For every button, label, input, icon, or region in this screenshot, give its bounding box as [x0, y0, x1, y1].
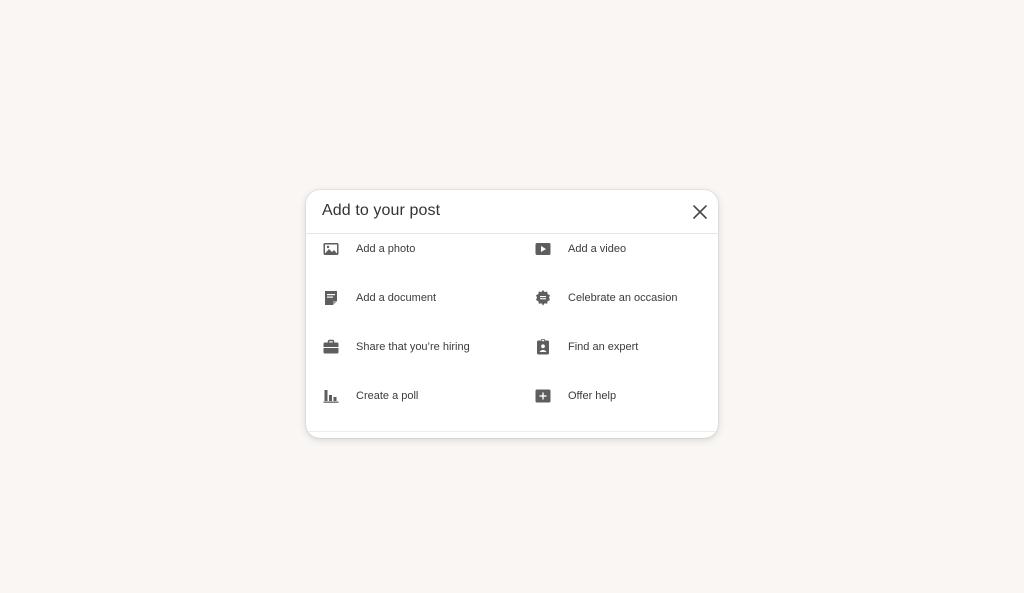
option-label: Add a video [568, 243, 627, 255]
document-icon [322, 289, 340, 307]
option-add-video[interactable]: Add a video [534, 237, 626, 261]
image-icon [322, 240, 340, 258]
option-label: Celebrate an occasion [568, 292, 678, 304]
option-add-document[interactable]: Add a document [322, 286, 436, 310]
close-icon [693, 205, 707, 219]
briefcase-icon [322, 338, 340, 356]
option-label: Create a poll [356, 390, 419, 402]
option-celebrate-occasion[interactable]: Celebrate an occasion [534, 286, 677, 310]
close-button[interactable] [688, 200, 712, 224]
footer-divider [306, 431, 718, 432]
dialog-title: Add to your post [322, 202, 441, 219]
id-badge-icon [534, 338, 552, 356]
dialog-header: Add to your post [306, 190, 718, 234]
option-label: Share that you’re hiring [356, 341, 470, 353]
option-share-hiring[interactable]: Share that you’re hiring [322, 335, 470, 359]
option-add-photo[interactable]: Add a photo [322, 237, 415, 261]
option-label: Add a photo [356, 243, 416, 255]
option-create-poll[interactable]: Create a poll [322, 384, 418, 408]
option-label: Offer help [568, 390, 617, 402]
bar-chart-icon [322, 387, 340, 405]
option-label: Add a document [356, 292, 437, 304]
celebration-badge-icon [534, 289, 552, 307]
option-offer-help[interactable]: Offer help [534, 384, 616, 408]
option-label: Find an expert [568, 341, 639, 353]
add-to-post-dialog: Add to your post Add a photo Add a video… [306, 190, 718, 438]
video-play-icon [534, 240, 552, 258]
plus-box-icon [534, 387, 552, 405]
option-find-expert[interactable]: Find an expert [534, 335, 638, 359]
